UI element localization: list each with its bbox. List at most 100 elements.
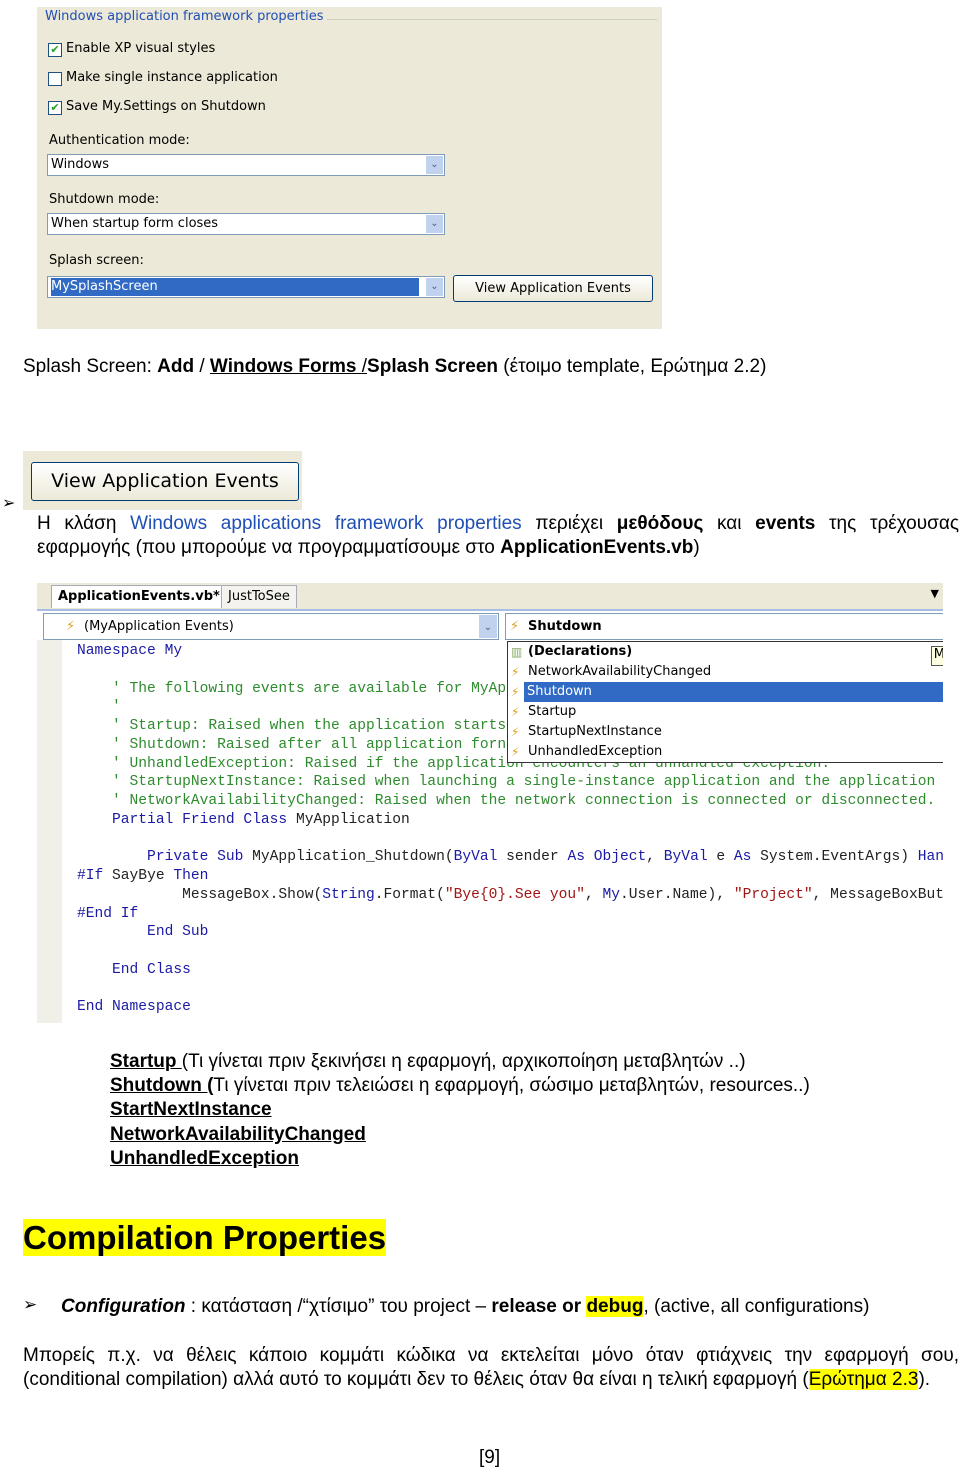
event-name: UnhandledException	[110, 1147, 299, 1169]
code-token: #End If	[77, 905, 139, 922]
save-settings-label: Save My.Settings on Shutdown	[66, 99, 266, 114]
method-dropdown-list[interactable]: ▥ (Declarations) ⚡ NetworkAvailabilityChan…	[507, 641, 943, 763]
margin-gutter	[37, 640, 62, 1023]
auth-mode-label: Authentication mode:	[49, 133, 190, 148]
code-token: ' Shutdown: Raised after all application…	[77, 736, 507, 753]
code-line[interactable]: MessageBox.Show(String.Format("Bye{0}.Se…	[77, 886, 943, 905]
single-instance-checkbox[interactable]	[48, 72, 62, 86]
class-name-value: (MyApplication Events)	[84, 619, 234, 634]
code-token: End Sub	[77, 924, 209, 941]
text: ).	[918, 1369, 931, 1390]
chevron-down-icon[interactable]: ⌄	[426, 278, 443, 296]
dropdown-item[interactable]: ⚡ NetworkAvailabilityChanged	[508, 662, 943, 682]
button-screenshot: View Application Events	[23, 451, 302, 510]
event-desc: (Τι γίνεται πριν ξεκινήσει η εφαρμογή, α…	[181, 1051, 746, 1072]
configuration-paragraph: Configuration : κατάσταση /“χτίσιμο” του…	[61, 1295, 869, 1319]
code-line[interactable]: #End If	[77, 905, 943, 924]
method-name-combo[interactable]: ⚡ Shutdown	[505, 613, 943, 640]
event-icon: ⚡	[511, 745, 520, 759]
code-token: .User.Name),	[619, 886, 734, 903]
group-divider	[327, 19, 657, 20]
chevron-down-icon[interactable]: ⌄	[426, 215, 443, 233]
dropdown-item[interactable]: ⚡ Startup	[508, 702, 943, 722]
text-highlight: Ερώτημα 2.3	[808, 1369, 919, 1390]
code-line[interactable]: ' NetworkAvailabilityChanged: Raised whe…	[77, 792, 943, 811]
event-item: Startup (Τι γίνεται πριν ξεκινήσει η εφα…	[110, 1050, 810, 1074]
code-token: , MessageBoxButtons	[812, 886, 943, 903]
text: /	[194, 356, 210, 377]
code-line[interactable]	[77, 830, 943, 849]
text: , (active, all configurations)	[643, 1296, 870, 1317]
check-icon: ✔	[50, 101, 60, 114]
code-token: e	[707, 849, 734, 866]
item-label: StartupNextInstance	[528, 724, 662, 739]
code-token: '	[77, 699, 121, 716]
code-line[interactable]	[77, 980, 943, 999]
code-token: ' NetworkAvailabilityChanged: Raised whe…	[77, 793, 936, 809]
text-bold: events	[755, 513, 816, 534]
code-line[interactable]	[77, 942, 943, 961]
code-line[interactable]: #If SayBye Then	[77, 867, 943, 886]
text-bold: Splash Screen	[367, 356, 498, 377]
method-name-value: Shutdown	[528, 619, 602, 634]
item-label: Startup	[528, 704, 577, 719]
code-token: End Namespace	[77, 999, 191, 1016]
shutdown-mode-select[interactable]: When startup form closes ⌄	[47, 213, 445, 235]
tab-just-to-see[interactable]: JustToSee	[221, 585, 297, 608]
code-token: My	[164, 643, 183, 659]
code-line[interactable]: End Sub	[77, 923, 943, 942]
code-line[interactable]: Private Sub MyApplication_Shutdown(ByVal…	[77, 848, 943, 867]
event-item: NetworkAvailabilityChanged	[110, 1123, 810, 1147]
class-name-combo[interactable]: ⚡ (MyApplication Events) ⌄	[43, 613, 499, 640]
event-name: NetworkAvailabilityChanged	[110, 1123, 366, 1145]
text: (έτοιμο template, Ερώτημα 2.2)	[498, 356, 767, 377]
tooltip: M	[930, 646, 943, 666]
code-token: MyApplication_Shutdown(	[243, 849, 454, 866]
dropdown-item[interactable]: ▥ (Declarations)	[508, 642, 943, 662]
item-label: UnhandledException	[528, 744, 663, 759]
text: Η κλάση	[37, 513, 131, 534]
code-token: Then	[173, 868, 209, 884]
text: περιέχει	[521, 513, 617, 534]
shutdown-mode-label: Shutdown mode:	[49, 192, 160, 207]
chevron-down-icon[interactable]: ⌄	[426, 156, 443, 174]
conditional-compilation-paragraph: Μπορείς π.χ. να θέλεις κάποιο κομμάτι κώ…	[23, 1344, 959, 1392]
view-application-events-button[interactable]: View Application Events	[31, 462, 299, 501]
event-name: StartNextInstance	[110, 1099, 272, 1121]
event-desc: Τι γίνεται πριν τελειώσει η εφαρμογή, σώ…	[213, 1075, 810, 1097]
dropdown-item-selected[interactable]: ⚡ Shutdown	[508, 682, 943, 702]
xp-styles-checkbox[interactable]: ✔	[48, 43, 62, 57]
code-token: Handles	[917, 849, 943, 866]
code-token: "Bye{0}.See you"	[444, 886, 585, 903]
dropdown-arrow-icon[interactable]: ▼	[931, 587, 939, 600]
dropdown-item[interactable]: ⚡ StartupNextInstance	[508, 722, 943, 742]
splash-screen-select[interactable]: MySplashScreen ⌄	[47, 276, 445, 298]
code-token: ' Startup: Raised when the application s…	[77, 718, 507, 734]
shutdown-mode-value: When startup form closes	[51, 216, 219, 231]
code-token: Private Sub	[77, 849, 244, 866]
chevron-down-icon[interactable]: ⌄	[479, 615, 497, 638]
events-list: Startup (Τι γίνεται πριν ξεκινήσει η εφα…	[110, 1050, 810, 1171]
save-settings-checkbox[interactable]: ✔	[48, 101, 62, 115]
item-label: NetworkAvailabilityChanged	[528, 664, 712, 679]
item-label: (Declarations)	[528, 644, 633, 659]
splash-screen-label: Splash screen:	[49, 253, 144, 268]
code-line[interactable]: Partial Friend Class MyApplication	[77, 811, 943, 830]
code-line[interactable]: ' StartupNextInstance: Raised when launc…	[77, 773, 943, 792]
tab-bar: ApplicationEvents.vb* JustToSee ▼	[37, 583, 943, 611]
declarations-icon: ▥	[511, 645, 523, 659]
view-application-events-button[interactable]: View Application Events	[453, 275, 653, 302]
tab-application-events[interactable]: ApplicationEvents.vb*	[51, 585, 227, 608]
windows-forms-link[interactable]: Windows Forms	[210, 356, 362, 377]
event-icon: ⚡	[511, 725, 520, 739]
code-line[interactable]: End Class	[77, 961, 943, 980]
event-item: StartNextInstance	[110, 1098, 810, 1122]
splash-screen-value: MySplashScreen	[51, 278, 419, 296]
text-highlight: debug	[586, 1296, 644, 1317]
code-token: ,	[584, 886, 603, 903]
splash-screen-paragraph: Splash Screen: Add / Windows Forms /Spla…	[23, 355, 766, 379]
auth-mode-select[interactable]: Windows ⌄	[47, 154, 445, 176]
dropdown-item[interactable]: ⚡ UnhandledException	[508, 742, 943, 762]
code-line[interactable]: End Namespace	[77, 998, 943, 1017]
